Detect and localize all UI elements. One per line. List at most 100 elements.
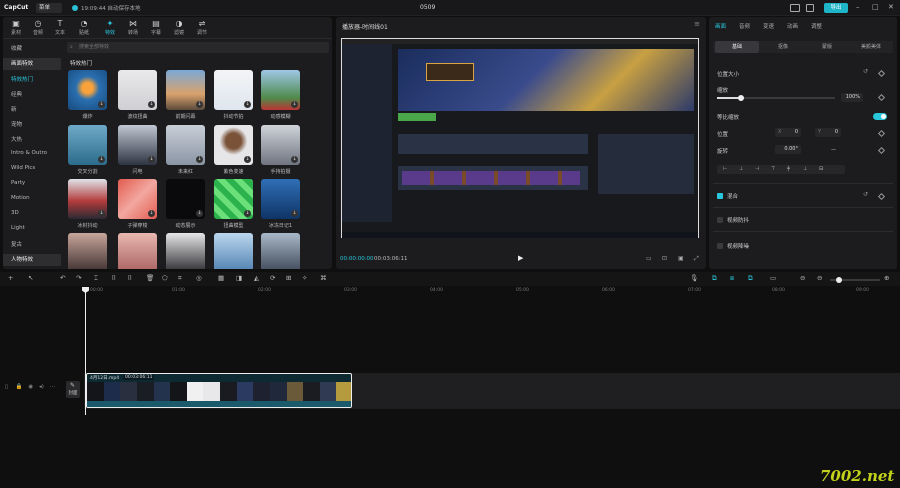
maximize-icon[interactable]: □ [872, 3, 879, 11]
select-tool-icon[interactable]: ↖ [28, 274, 33, 282]
uniform-scale-toggle[interactable] [873, 113, 887, 120]
download-icon[interactable]: ↓ [196, 101, 203, 108]
download-icon[interactable]: ↓ [196, 156, 203, 163]
effect-tile[interactable] [261, 233, 300, 269]
download-icon[interactable]: ↓ [148, 156, 155, 163]
freeze-icon[interactable]: ▦ [218, 274, 224, 282]
download-icon[interactable]: ↓ [196, 210, 203, 217]
video-clip[interactable]: 4月12日.mp4 00:03:06:11 [86, 373, 352, 408]
link-icon[interactable]: ⧉ [712, 274, 717, 283]
tab-text[interactable]: T 文本 [49, 19, 71, 36]
undo-icon[interactable]: ↶ [60, 274, 65, 282]
category-favorites[interactable]: 收藏 [3, 44, 61, 52]
tab-filter[interactable]: ◑ 滤镜 [168, 19, 190, 36]
effect-tile[interactable]: ↓ [214, 125, 253, 165]
reset-icon[interactable]: ↺ [863, 68, 868, 75]
effect-tile[interactable]: ↓ [261, 179, 300, 219]
tab-adjust[interactable]: ⇌ 调节 [191, 19, 213, 36]
tab-animation[interactable]: 动画 [787, 22, 798, 30]
subtab-mask[interactable]: 蒙版 [805, 41, 849, 53]
effect-tile[interactable]: ↓ [166, 179, 205, 219]
marker-icon[interactable]: ⬠ [162, 274, 168, 282]
scale-value[interactable]: 100% [841, 93, 863, 102]
microphone-icon[interactable]: 🎙 [690, 274, 698, 282]
effect-tile[interactable]: ↓ [166, 125, 205, 165]
position-y-input[interactable]: Y0 [815, 128, 841, 137]
video-preview[interactable] [341, 38, 699, 238]
effects-icon[interactable]: ⌘ [320, 274, 327, 282]
tab-video[interactable]: 画面 [715, 22, 726, 30]
download-icon[interactable]: ↓ [148, 101, 155, 108]
effect-tile[interactable]: ↓ [68, 125, 107, 165]
effect-tile[interactable]: ↓ [214, 70, 253, 110]
smart-icon[interactable]: ✧ [302, 274, 307, 282]
quality-icon[interactable]: ▭ [646, 255, 652, 262]
slider-knob[interactable] [738, 95, 744, 101]
mirror-icon[interactable]: ◭ [254, 274, 259, 282]
align-extra-icon[interactable]: ⊟ [819, 166, 823, 172]
align-right-icon[interactable]: ⊣ [755, 166, 759, 172]
category-classic[interactable]: 经典 [3, 90, 61, 98]
zoom-in-icon[interactable]: ⊕ [884, 274, 889, 282]
align-left-icon[interactable]: ⊢ [723, 166, 727, 172]
effect-tile[interactable]: ↓ [118, 125, 157, 165]
fit-icon[interactable]: ⊞ [286, 274, 291, 282]
category-hot[interactable]: 特效热门 [3, 75, 61, 83]
category-3d[interactable]: 3D [3, 210, 61, 216]
redo-icon[interactable]: ↷ [76, 274, 81, 282]
more-icon[interactable]: ⋯ [50, 384, 56, 390]
layout-icon[interactable] [790, 4, 800, 12]
download-icon[interactable]: ↓ [244, 101, 251, 108]
zoom-slider[interactable] [830, 277, 880, 283]
subtab-keying[interactable]: 抠像 [761, 41, 805, 53]
download-icon[interactable]: ↓ [291, 101, 298, 108]
ratio-icon[interactable]: ▣ [678, 255, 684, 262]
reverse-icon[interactable]: ◨ [236, 274, 242, 282]
reset-icon[interactable]: ↺ [863, 191, 868, 198]
effect-tile[interactable]: ↓ [68, 70, 107, 110]
effect-tile[interactable]: ↓ [166, 70, 205, 110]
tab-effects[interactable]: ✦ 特效 [99, 19, 121, 36]
tab-media[interactable]: ▣ 素材 [5, 19, 27, 36]
category-screen-effects[interactable]: 画面特效 [3, 58, 61, 70]
slider-knob[interactable] [836, 277, 842, 283]
align-top-icon[interactable]: ⊤ [771, 166, 775, 172]
category-people-effects[interactable]: 人物特效 [3, 254, 61, 266]
menu-icon[interactable]: ≡ [694, 20, 700, 28]
tab-adjust[interactable]: 调整 [811, 22, 822, 30]
download-icon[interactable]: ↓ [98, 210, 105, 217]
trim-right-icon[interactable]: ⌷ [128, 274, 132, 283]
effect-tile[interactable]: ↓ [118, 70, 157, 110]
keyframe-icon[interactable] [877, 129, 886, 138]
effect-tile[interactable]: ↓ [261, 125, 300, 165]
keyframe-icon[interactable] [877, 93, 886, 102]
eye-icon[interactable]: ◉ [28, 384, 33, 390]
tab-caption[interactable]: ▤ 字幕 [145, 19, 167, 36]
cover-button[interactable]: ✎ 封面 [66, 381, 80, 398]
category-retro[interactable]: 复古 [3, 240, 61, 248]
category-wild-pics[interactable]: Wild Pics [3, 165, 61, 171]
align-vcenter-icon[interactable]: ╪ [787, 166, 790, 172]
mute-icon[interactable]: ◂) [39, 384, 44, 390]
category-popular[interactable]: 大热 [3, 135, 61, 143]
denoise-label[interactable]: 视频降噪 [727, 242, 749, 250]
search-input[interactable]: ⌕ 搜索全部特效 [67, 42, 329, 53]
download-icon[interactable]: ↓ [98, 156, 105, 163]
crop-icon[interactable]: ⊡ [662, 255, 667, 262]
tab-speed[interactable]: 变速 [763, 22, 774, 30]
close-icon[interactable]: ✕ [888, 3, 894, 11]
split-icon[interactable]: ⌶ [94, 274, 98, 283]
scale-slider[interactable] [717, 95, 835, 101]
align-hcenter-icon[interactable]: ⊥ [739, 166, 743, 172]
rotate-extra[interactable]: — [831, 147, 836, 153]
keyframe-icon[interactable] [877, 192, 886, 201]
keyframe-icon[interactable] [877, 69, 886, 78]
category-motion[interactable]: Motion [3, 195, 61, 201]
export-button[interactable]: 导出 [824, 3, 848, 13]
menu-dropdown[interactable]: 菜单 [36, 3, 62, 13]
tab-sticker[interactable]: ◔ 贴纸 [73, 19, 95, 36]
category-intro-outro[interactable]: Intro & Outro [3, 150, 61, 156]
shortcut-icon[interactable] [806, 4, 814, 12]
rotate-icon[interactable]: ⟳ [270, 274, 275, 282]
effect-tile[interactable] [118, 233, 157, 269]
